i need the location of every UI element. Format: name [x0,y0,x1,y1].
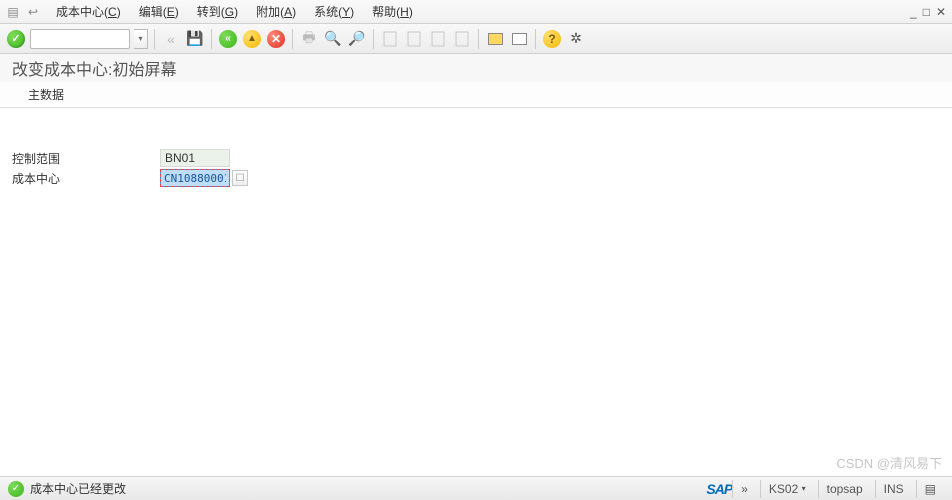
status-insert-mode: INS [875,480,912,498]
watermark: CSDN @清风易下 [836,453,942,472]
new-session-icon[interactable] [485,29,505,49]
menu-doc-icons: ▤ ↩ [6,5,40,19]
menu-dropdown-icon[interactable]: ▤ [6,5,20,19]
status-right: » KS02 ▾ topsap INS ▤ [732,480,944,498]
menu-extras[interactable]: 附加(A) [248,1,304,22]
cost-center-input-wrap: ☐ [160,169,248,187]
close-icon[interactable]: ✕ [936,5,946,19]
status-success-icon: ✓ [8,481,24,497]
status-menu-icon[interactable]: ▤ [916,480,944,498]
status-tcode[interactable]: KS02 ▾ [760,480,814,498]
minimize-icon[interactable]: _ [910,5,917,19]
first-page-icon [380,29,400,49]
find-next-icon: 🔎 [347,29,367,49]
save-icon: 💾 [185,29,205,49]
application-toolbar: 主数据 [0,82,952,108]
sap-logo: SAP [706,481,732,497]
search-help-icon[interactable]: ☐ [232,170,248,186]
menu-system[interactable]: 系统(Y) [306,1,362,22]
menu-cost-center[interactable]: 成本中心(C) [48,1,129,22]
last-page-icon [452,29,472,49]
maximize-icon[interactable]: □ [923,5,930,19]
status-system: topsap [818,480,871,498]
content-area: 控制范围 BN01 成本中心 ☐ [0,108,952,200]
help-button[interactable]: ? [542,29,562,49]
menu-edit[interactable]: 编辑(E) [131,1,187,22]
exit-session-icon[interactable]: ↩ [26,5,40,19]
command-dropdown[interactable]: ▾ [134,29,148,49]
command-field[interactable] [30,29,130,49]
next-page-icon [428,29,448,49]
cost-center-label: 成本中心 [12,170,160,187]
print-icon: 🖶 [299,29,319,49]
controlling-area-label: 控制范围 [12,150,160,167]
transaction-title: 改变成本中心:初始屏幕 [0,54,952,82]
shortcut-icon[interactable] [509,29,529,49]
find-icon: 🔍 [323,29,343,49]
menu-goto[interactable]: 转到(G) [189,1,246,22]
window-controls: _ □ ✕ [910,5,946,19]
menu-help[interactable]: 帮助(H) [364,1,421,22]
status-bar: ✓ 成本中心已经更改 SAP » KS02 ▾ topsap INS ▤ [0,476,952,500]
layout-icon[interactable]: ✲ [566,29,586,49]
cancel-button[interactable]: ✕ [266,29,286,49]
controlling-area-row: 控制范围 BN01 [12,148,940,168]
enter-button[interactable] [6,29,26,49]
back-button[interactable]: « [218,29,238,49]
menu-bar: ▤ ↩ 成本中心(C) 编辑(E) 转到(G) 附加(A) 系统(Y) 帮助(H… [0,0,952,24]
menu-items: 成本中心(C) 编辑(E) 转到(G) 附加(A) 系统(Y) 帮助(H) [48,1,910,22]
standard-toolbar: ▾ « 💾 « ▲ ✕ 🖶 🔍 🔎 ? ✲ [0,24,952,54]
status-message: 成本中心已经更改 [30,480,706,497]
prev-page-icon [404,29,424,49]
status-expand[interactable]: » [732,480,756,498]
cost-center-input[interactable] [160,169,230,187]
cost-center-row: 成本中心 ☐ [12,168,940,188]
controlling-area-value: BN01 [160,149,230,167]
master-data-button[interactable]: 主数据 [18,84,74,105]
exit-button[interactable]: ▲ [242,29,262,49]
back-group-icon[interactable]: « [161,29,181,49]
